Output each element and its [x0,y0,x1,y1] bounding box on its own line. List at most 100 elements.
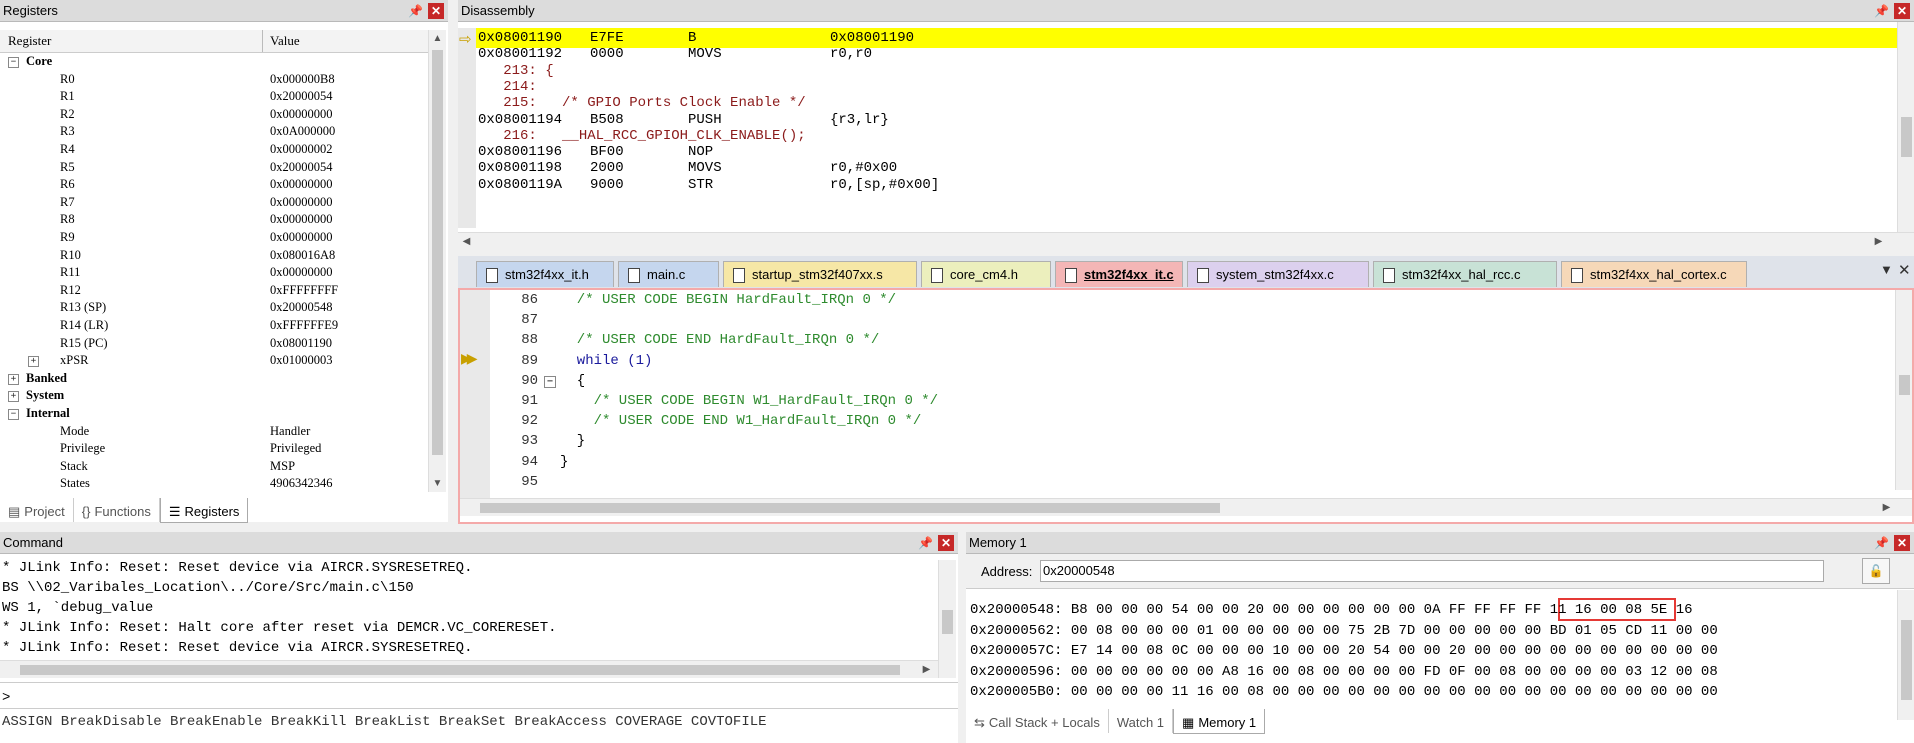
code-line[interactable]: } [560,452,568,472]
register-row[interactable]: R6 0x00000000 [0,176,428,194]
register-row[interactable]: R10 0x080016A8 [0,247,428,265]
register-row[interactable]: R1 0x20000054 [0,88,428,106]
tab-call-stack[interactable]: ⇆ Call Stack + Locals [966,709,1109,733]
register-row[interactable]: R11 0x00000000 [0,264,428,282]
group-internal[interactable]: − Internal [0,405,428,423]
register-row[interactable]: R9 0x00000000 [0,229,428,247]
memory-scrollbar[interactable] [1897,590,1914,720]
code-line[interactable]: } [560,431,585,451]
register-value[interactable]: 4906342346 [270,476,333,491]
group-core[interactable]: − Core [0,53,428,71]
register-value[interactable]: 0x00000000 [270,212,333,227]
disassembly-hscroll[interactable]: ◀ ▶ [458,232,1914,250]
tab-project[interactable]: ▤ Project [0,498,74,522]
hscroll-thumb[interactable] [480,503,1220,513]
editor-tab[interactable]: core_cm4.h [921,261,1051,287]
register-value[interactable]: 0xFFFFFFE9 [270,318,338,333]
register-value[interactable]: 0x00000000 [270,230,333,245]
editor-tab[interactable]: stm32f4xx_hal_rcc.c [1373,261,1557,287]
editor-tab[interactable]: main.c [618,261,719,287]
scroll-right-icon[interactable]: ▶ [918,661,935,678]
code-line[interactable]: { [560,371,585,391]
group-banked[interactable]: + Banked [0,370,428,388]
close-icon[interactable]: ✕ [428,3,444,19]
internal-toggle-icon[interactable]: − [8,409,19,420]
scroll-down-icon[interactable]: ▼ [429,475,446,492]
pin-icon[interactable]: 📌 [918,535,933,551]
register-value[interactable]: 0xFFFFFFFF [270,283,338,298]
scroll-thumb[interactable] [1899,375,1910,395]
memory-row[interactable]: 0x20000562: 00 08 00 00 00 01 00 00 00 0… [970,621,1718,642]
register-value[interactable]: MSP [270,459,295,474]
register-row[interactable]: R7 0x00000000 [0,194,428,212]
memory-row[interactable]: 0x200005B0: 00 00 00 00 11 16 00 08 00 0… [970,682,1718,703]
editor-tab[interactable]: stm32f4xx_hal_cortex.c [1561,261,1747,287]
register-value[interactable]: 0x00000000 [270,177,333,192]
tab-watch[interactable]: Watch 1 [1109,709,1174,733]
close-icon[interactable]: ✕ [938,535,954,551]
register-row[interactable]: R5 0x20000054 [0,159,428,177]
register-value[interactable]: 0x01000003 [270,353,333,368]
editor-hscroll[interactable]: ▶ [460,498,1912,516]
fold-toggle-icon[interactable]: − [544,375,556,388]
register-value[interactable]: 0x00000002 [270,142,333,157]
scroll-thumb[interactable] [942,610,953,634]
scroll-thumb[interactable] [432,50,443,455]
register-value[interactable]: Handler [270,424,310,439]
memory-row[interactable]: 0x20000548: B8 00 00 00 54 00 00 20 00 0… [970,600,1693,621]
register-value[interactable]: 0x000000B8 [270,72,335,87]
tab-functions[interactable]: {} Functions [74,498,160,522]
editor-tab[interactable]: stm32f4xx_it.h [476,261,614,287]
register-value[interactable]: 0x080016A8 [270,248,335,263]
command-scrollbar[interactable] [938,560,956,678]
register-row[interactable]: R3 0x0A000000 [0,123,428,141]
register-value[interactable]: 0x00000000 [270,265,333,280]
disassembly-scrollbar[interactable] [1897,22,1914,232]
code-line[interactable]: /* USER CODE END HardFault_IRQn 0 */ [560,330,879,350]
register-row[interactable]: + xPSR 0x01000003 [0,352,428,370]
xpsr-toggle-icon[interactable]: + [28,356,39,368]
editor-tab[interactable]: system_stm32f4xx.c [1187,261,1369,287]
lock-icon[interactable]: 🔓 [1862,558,1890,584]
register-value[interactable]: 0x20000548 [270,300,333,315]
command-prompt[interactable]: > [2,688,10,708]
close-icon[interactable]: ✕ [1894,3,1910,19]
register-value[interactable]: 0x20000054 [270,89,333,104]
editor-tab[interactable]: stm32f4xx_it.c [1055,261,1183,287]
banked-toggle-icon[interactable]: + [8,373,19,385]
group-system[interactable]: + System [0,387,428,405]
registers-scrollbar[interactable]: ▲ ▼ [428,30,446,492]
scroll-left-icon[interactable]: ◀ [458,233,475,250]
register-row[interactable]: States 4906342346 [0,475,428,493]
register-row[interactable]: Privilege Privileged [0,440,428,458]
editor-scrollbar[interactable] [1895,290,1912,490]
close-icon[interactable]: ✕ [1894,535,1910,551]
code-line[interactable]: /* USER CODE END W1_HardFault_IRQn 0 */ [560,411,922,431]
register-value[interactable]: Privileged [270,441,321,456]
scroll-right-icon[interactable]: ▶ [1870,233,1887,250]
tab-registers[interactable]: ☰ Registers [159,498,249,523]
register-row[interactable]: Stack MSP [0,458,428,476]
register-row[interactable]: R4 0x00000002 [0,141,428,159]
code-line[interactable]: /* USER CODE BEGIN HardFault_IRQn 0 */ [560,290,896,310]
tab-memory[interactable]: ▦ Memory 1 [1173,709,1266,734]
memory-row[interactable]: 0x2000057C: E7 14 00 08 0C 00 00 00 10 0… [970,641,1718,662]
register-row[interactable]: R14 (LR) 0xFFFFFFE9 [0,317,428,335]
scroll-thumb[interactable] [1901,117,1912,157]
memory-row[interactable]: 0x20000596: 00 00 00 00 00 00 A8 16 00 0… [970,662,1718,683]
register-value[interactable]: 0x00000000 [270,107,333,122]
tab-dropdown-icon[interactable]: ▼ [1880,262,1893,277]
col-register[interactable]: Register [8,33,51,49]
scroll-right-icon[interactable]: ▶ [1878,499,1895,516]
core-toggle-icon[interactable]: − [8,57,19,68]
command-hscroll[interactable]: ▶ [0,660,938,678]
system-toggle-icon[interactable]: + [8,391,19,403]
register-value[interactable]: 0x0A000000 [270,124,335,139]
register-row[interactable]: R8 0x00000000 [0,211,428,229]
register-row[interactable]: R0 0x000000B8 [0,71,428,89]
register-row[interactable]: R15 (PC) 0x08001190 [0,335,428,353]
pin-icon[interactable]: 📌 [1874,3,1889,19]
register-value[interactable]: 0x20000054 [270,160,333,175]
scroll-up-icon[interactable]: ▲ [429,30,446,47]
register-row[interactable]: Mode Handler [0,423,428,441]
